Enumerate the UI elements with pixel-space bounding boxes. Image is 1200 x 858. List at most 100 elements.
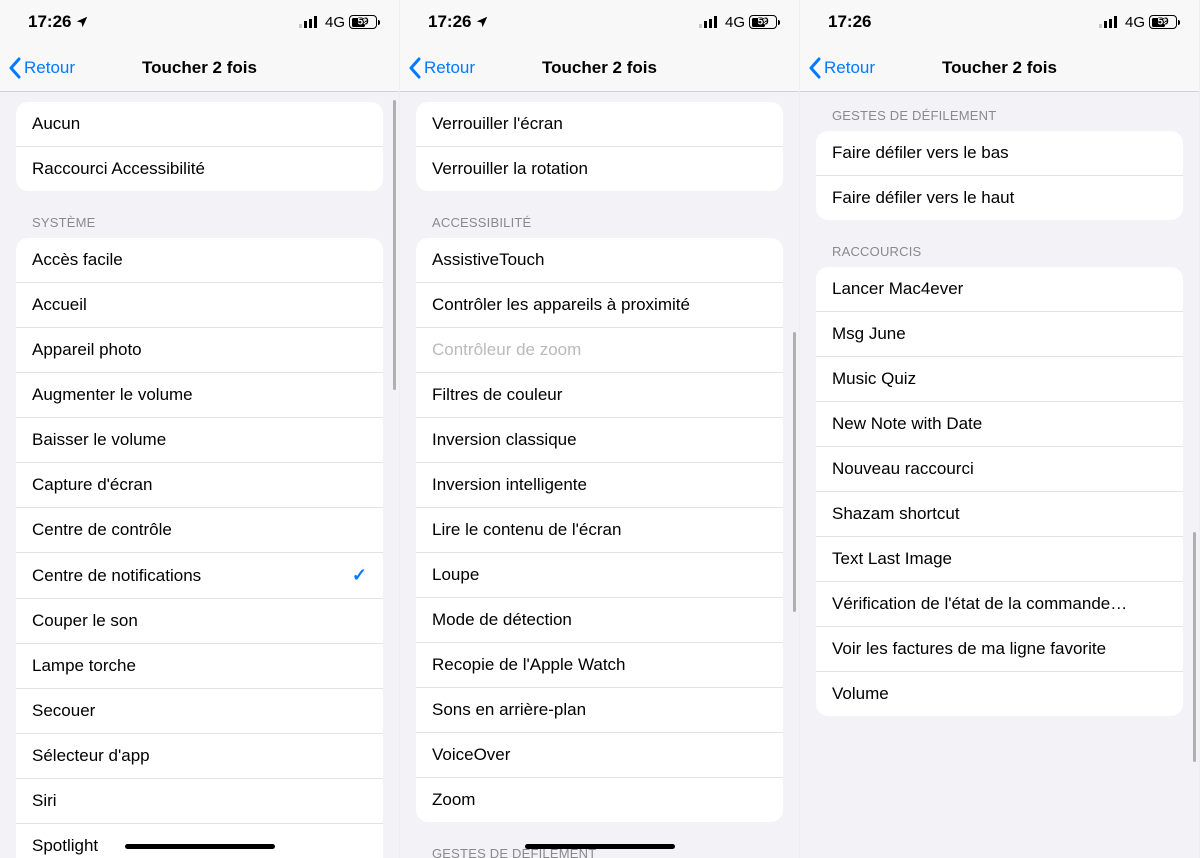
network-label: 4G	[725, 14, 745, 31]
scroll-indicator[interactable]	[393, 100, 396, 390]
list-item[interactable]: Faire défiler vers le haut	[816, 176, 1183, 220]
list-item[interactable]: Zoom	[416, 778, 783, 822]
list-item[interactable]: Lancer Mac4ever	[816, 267, 1183, 312]
list-item[interactable]: Vérification de l'état de la commande…	[816, 582, 1183, 627]
section-header-accessibilite: Accessibilité	[400, 191, 799, 238]
list-item-label: Verrouiller la rotation	[432, 159, 588, 179]
list-item[interactable]: Raccourci Accessibilité	[16, 147, 383, 191]
list-item-label: Text Last Image	[832, 549, 952, 569]
status-left: 17:26	[428, 12, 489, 32]
list-item-label: Msg June	[832, 324, 906, 344]
back-button[interactable]: Retour	[808, 57, 875, 79]
list-item-label: Sons en arrière-plan	[432, 700, 586, 720]
list-item[interactable]: Centre de notifications✓	[16, 553, 383, 599]
list-item[interactable]: Nouveau raccourci	[816, 447, 1183, 492]
list-item[interactable]: Filtres de couleur	[416, 373, 783, 418]
list-item[interactable]: Inversion intelligente	[416, 463, 783, 508]
list-item[interactable]: AssistiveTouch	[416, 238, 783, 283]
section-header-gestes: Gestes de défilement	[400, 822, 799, 858]
accessibilite-group: AssistiveTouchContrôler les appareils à …	[416, 238, 783, 822]
list-item[interactable]: Centre de contrôle	[16, 508, 383, 553]
list-item[interactable]: Shazam shortcut	[816, 492, 1183, 537]
list-item-label: Appareil photo	[32, 340, 142, 360]
section-header-systeme: Système	[0, 191, 399, 238]
status-time: 17:26	[428, 12, 471, 32]
list-item[interactable]: Verrouiller la rotation	[416, 147, 783, 191]
back-button[interactable]: Retour	[8, 57, 75, 79]
list-item[interactable]: Verrouiller l'écran	[416, 102, 783, 147]
list-item[interactable]: Msg June	[816, 312, 1183, 357]
list-item: Contrôleur de zoom	[416, 328, 783, 373]
list-item-label: Music Quiz	[832, 369, 916, 389]
list-item[interactable]: VoiceOver	[416, 733, 783, 778]
status-right: 4G 59	[1099, 14, 1177, 31]
back-label: Retour	[24, 58, 75, 78]
battery-level: 59	[350, 16, 376, 27]
list-item[interactable]: New Note with Date	[816, 402, 1183, 447]
list-item[interactable]: Aucun	[16, 102, 383, 147]
cellular-signal-icon	[299, 16, 319, 28]
battery-icon: 59	[349, 15, 377, 29]
list-item-label: Shazam shortcut	[832, 504, 960, 524]
list-item[interactable]: Lire le contenu de l'écran	[416, 508, 783, 553]
list-item-label: Capture d'écran	[32, 475, 152, 495]
list-item-label: Contrôleur de zoom	[432, 340, 581, 360]
location-icon	[475, 15, 489, 29]
list-item[interactable]: Mode de détection	[416, 598, 783, 643]
list-item[interactable]: Baisser le volume	[16, 418, 383, 463]
list-item[interactable]: Lampe torche	[16, 644, 383, 689]
list-item[interactable]: Sons en arrière-plan	[416, 688, 783, 733]
list-item[interactable]: Loupe	[416, 553, 783, 598]
battery-icon: 59	[1149, 15, 1177, 29]
list-item[interactable]: Text Last Image	[816, 537, 1183, 582]
list-item[interactable]: Appareil photo	[16, 328, 383, 373]
list-item[interactable]: Accès facile	[16, 238, 383, 283]
list-item[interactable]: Voir les factures de ma ligne favorite	[816, 627, 1183, 672]
list-item-label: Inversion intelligente	[432, 475, 587, 495]
list-item[interactable]: Faire défiler vers le bas	[816, 131, 1183, 176]
back-button[interactable]: Retour	[408, 57, 475, 79]
cellular-signal-icon	[1099, 16, 1119, 28]
list-item[interactable]: Contrôler les appareils à proximité	[416, 283, 783, 328]
list-item-label: Lancer Mac4ever	[832, 279, 963, 299]
list-item[interactable]: Inversion classique	[416, 418, 783, 463]
list-item-label: Faire défiler vers le bas	[832, 143, 1009, 163]
systeme-tail-group: Verrouiller l'écran Verrouiller la rotati…	[416, 102, 783, 191]
scroll-indicator[interactable]	[793, 332, 796, 612]
list-item[interactable]: Capture d'écran	[16, 463, 383, 508]
list-item-label: Verrouiller l'écran	[432, 114, 563, 134]
list-item-label: Centre de contrôle	[32, 520, 172, 540]
list-item[interactable]: Augmenter le volume	[16, 373, 383, 418]
list-item-label: Lire le contenu de l'écran	[432, 520, 621, 540]
section-header-gestes: Gestes de défilement	[800, 92, 1199, 131]
list-item[interactable]: Secouer	[16, 689, 383, 734]
battery-level: 59	[750, 16, 776, 27]
list-item-label: Nouveau raccourci	[832, 459, 974, 479]
home-indicator[interactable]	[125, 844, 275, 849]
status-right: 4G 59	[299, 14, 377, 31]
list-item-label: Siri	[32, 791, 57, 811]
raccourcis-group: Lancer Mac4ever Msg June Music Quiz New Not…	[816, 267, 1183, 716]
list-item-label: Volume	[832, 684, 889, 704]
list-item[interactable]: Spotlight	[16, 824, 383, 858]
list-item[interactable]: Siri	[16, 779, 383, 824]
status-time: 17:26	[28, 12, 71, 32]
list-item[interactable]: Accueil	[16, 283, 383, 328]
list-item-label: Voir les factures de ma ligne favorite	[832, 639, 1106, 659]
list-item-label: Loupe	[432, 565, 479, 585]
status-time: 17:26	[828, 12, 871, 32]
scroll-indicator[interactable]	[1193, 532, 1196, 762]
list-item[interactable]: Recopie de l'Apple Watch	[416, 643, 783, 688]
list-item[interactable]: Music Quiz	[816, 357, 1183, 402]
list-item-label: Augmenter le volume	[32, 385, 193, 405]
content-area: Gestes de défilement Faire défiler vers …	[800, 92, 1199, 858]
list-item[interactable]: Volume	[816, 672, 1183, 716]
list-item[interactable]: Couper le son	[16, 599, 383, 644]
home-indicator[interactable]	[525, 844, 675, 849]
content-area: Verrouiller l'écran Verrouiller la rotati…	[400, 92, 799, 858]
back-label: Retour	[824, 58, 875, 78]
list-item-label: Aucun	[32, 114, 80, 134]
status-bar: 17:26 4G 59	[400, 0, 799, 44]
list-item-label: Spotlight	[32, 836, 98, 856]
list-item[interactable]: Sélecteur d'app	[16, 734, 383, 779]
